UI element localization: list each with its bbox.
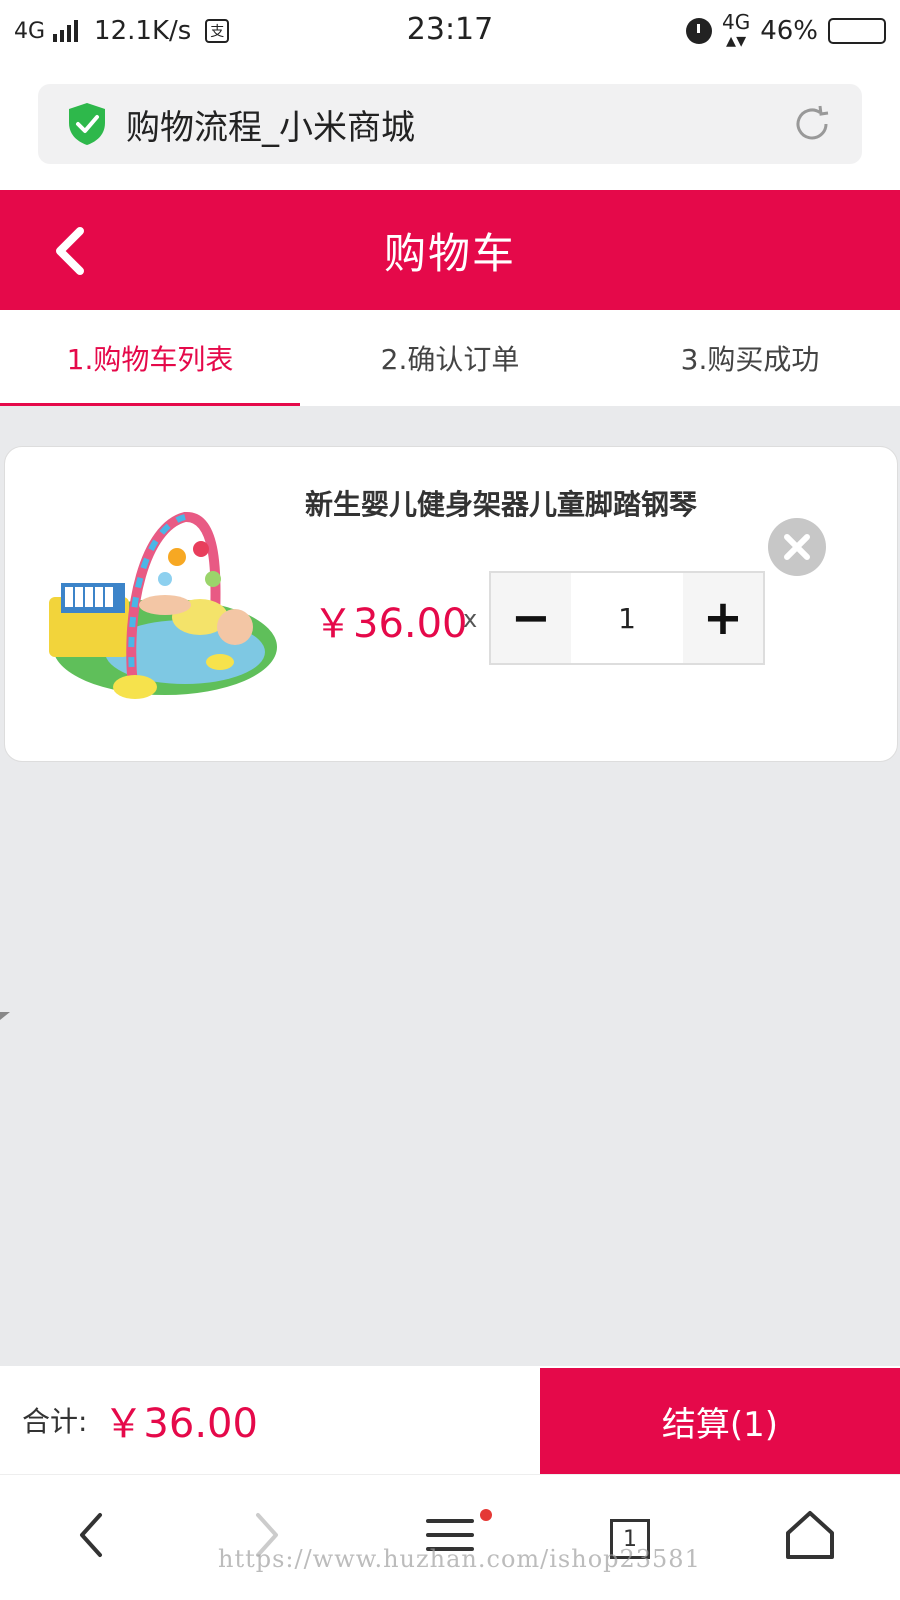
step-label: 1.购物车列表	[66, 343, 234, 376]
secure-shield-icon	[69, 103, 105, 145]
address-bar[interactable]: 购物流程_小米商城	[38, 84, 862, 164]
total-value: ￥36.00	[103, 1401, 258, 1447]
network-right: 4G ▴▾	[721, 10, 751, 52]
increase-button[interactable]: +	[683, 573, 763, 663]
quantity-value[interactable]: 1	[571, 573, 683, 663]
cart-item: 新生婴儿健身架器儿童脚踏钢琴 ￥36.00 x − 1 +	[4, 446, 898, 762]
browser-back-icon[interactable]	[62, 1505, 122, 1565]
app-notification-icon: 支	[205, 19, 230, 43]
network-type: 4G	[14, 18, 46, 44]
step-label: 3.购买成功	[680, 343, 820, 376]
refresh-icon[interactable]	[790, 102, 834, 146]
step-purchase-success[interactable]: 3.购买成功	[600, 310, 900, 406]
checkout-button[interactable]: 结算(1)	[540, 1368, 900, 1474]
step-cart-list[interactable]: 1.购物车列表	[0, 310, 300, 406]
back-arrow-icon[interactable]	[50, 226, 90, 276]
cart-content: 新生婴儿健身架器儿童脚踏钢琴 ￥36.00 x − 1 +	[0, 406, 900, 1366]
signal-icon	[53, 20, 79, 42]
product-name[interactable]: 新生婴儿健身架器儿童脚踏钢琴	[305, 483, 697, 523]
home-icon[interactable]	[780, 1505, 840, 1565]
multiply-sign: x	[463, 605, 478, 633]
remove-item-icon[interactable]	[767, 517, 827, 577]
battery-icon	[828, 18, 886, 44]
checkout-bar: 合计: ￥36.00 结算(1)	[0, 1366, 900, 1474]
step-confirm-order[interactable]: 2.确认订单	[300, 310, 600, 406]
product-image[interactable]	[35, 487, 285, 707]
total-label: 合计:	[22, 1405, 88, 1438]
watermark: https://www.huzhan.com/ishop23581	[218, 1545, 701, 1573]
checkout-steps: 1.购物车列表 2.确认订单 3.购买成功	[0, 310, 900, 406]
page-header: 购物车	[0, 190, 900, 310]
browser-toolbar: 1 https://www.huzhan.com/ishop23581	[0, 1474, 900, 1600]
page-title: 购物流程_小米商城	[126, 107, 415, 148]
network-speed: 12.1K/s	[94, 16, 192, 46]
battery-percent: 46%	[760, 16, 818, 46]
quantity-stepper: − 1 +	[489, 571, 765, 665]
header-title: 购物车	[383, 228, 516, 278]
alarm-icon	[685, 18, 712, 44]
step-label: 2.确认订单	[380, 343, 520, 376]
decrease-button[interactable]: −	[491, 573, 571, 663]
status-bar: 4G 12.1K/s 支 23:17 4G ▴▾ 46%	[0, 0, 900, 62]
edge-marker	[0, 1012, 10, 1020]
product-price: ￥36.00	[313, 601, 468, 647]
notification-dot	[480, 1509, 492, 1521]
